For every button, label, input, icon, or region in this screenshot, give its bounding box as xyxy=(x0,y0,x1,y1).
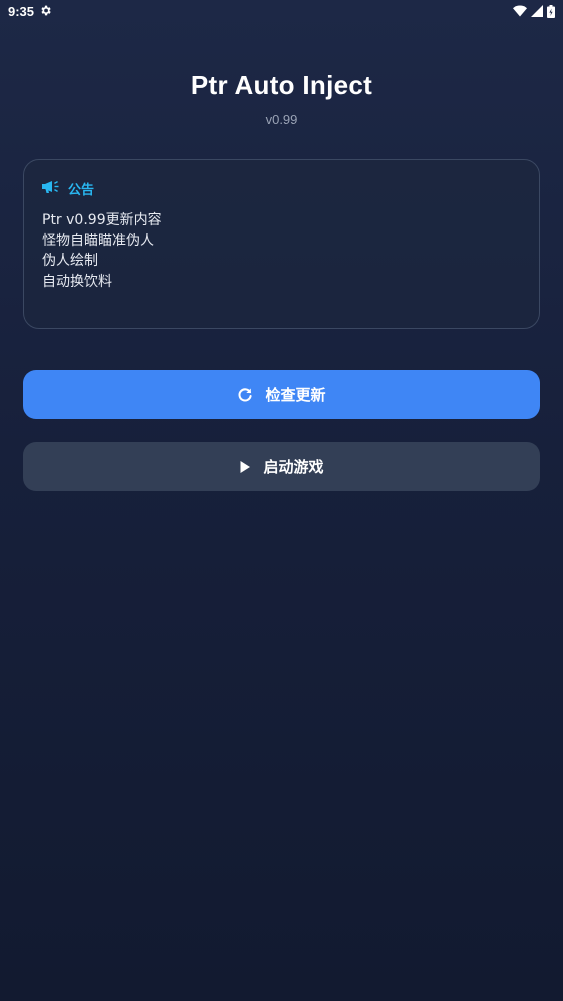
battery-icon xyxy=(547,4,555,18)
app-version: v0.99 xyxy=(265,112,298,127)
notice-line: 伪人绘制 xyxy=(42,253,98,269)
status-right xyxy=(513,4,555,18)
check-update-button[interactable]: 检查更新 xyxy=(23,370,540,419)
status-left: 9:35 xyxy=(8,2,52,21)
signal-icon xyxy=(531,5,543,17)
status-time: 9:35 xyxy=(8,3,35,19)
wifi-icon xyxy=(513,5,527,17)
notice-body: Ptr v0.99更新内容 怪物自瞄瞄准伪人 伪人绘制 自动换饮料 xyxy=(42,210,521,292)
app-title: Ptr Auto Inject xyxy=(190,70,373,100)
settings-icon xyxy=(39,2,52,21)
notice-title: 公告 xyxy=(68,182,95,198)
megaphone-icon xyxy=(42,179,60,198)
status-bar: 9:35 xyxy=(0,0,563,22)
start-game-button[interactable]: 启动游戏 xyxy=(23,442,540,491)
refresh-icon xyxy=(237,387,253,403)
start-game-label: 启动游戏 xyxy=(263,458,324,476)
notice-line: 怪物自瞄瞄准伪人 xyxy=(42,232,154,249)
notice-card: 公告 Ptr v0.99更新内容 怪物自瞄瞄准伪人 伪人绘制 自动换饮料 xyxy=(23,159,540,329)
notice-line: 自动换饮料 xyxy=(42,273,112,290)
notice-line: Ptr v0.99更新内容 xyxy=(42,212,162,228)
notice-header: 公告 xyxy=(42,179,521,198)
check-update-label: 检查更新 xyxy=(265,386,326,404)
play-icon xyxy=(239,460,251,474)
